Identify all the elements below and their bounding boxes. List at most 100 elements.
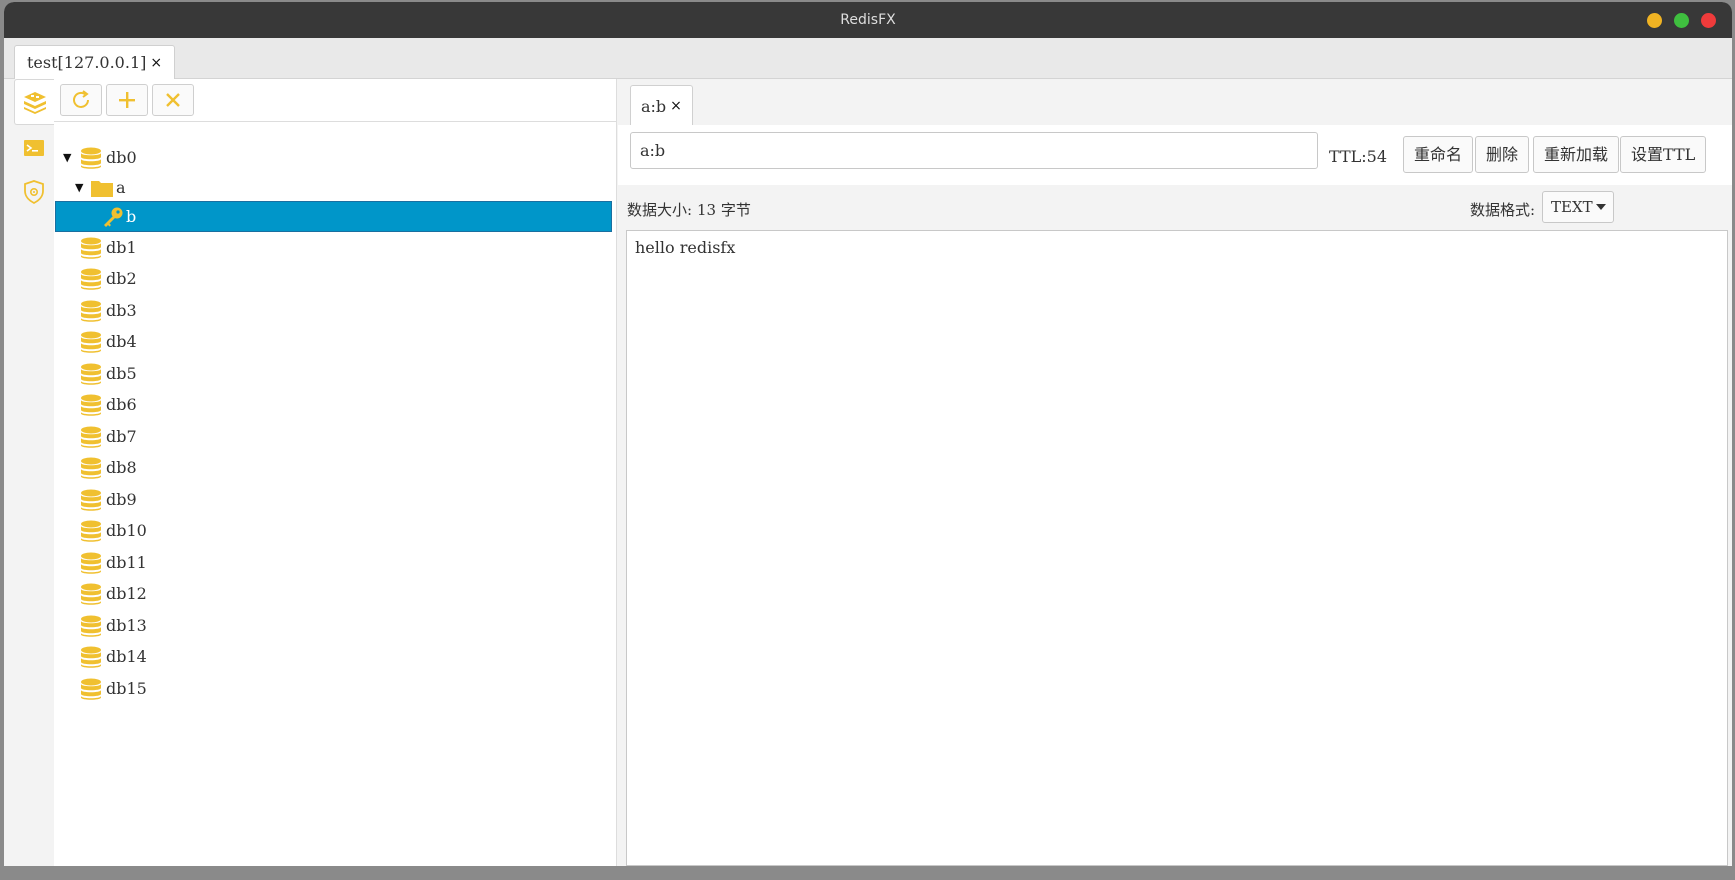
- database-icon: [79, 551, 103, 575]
- tree-item-label: db10: [106, 521, 147, 540]
- connection-tab[interactable]: test[127.0.0.1] ×: [14, 45, 176, 80]
- key-detail-panel: a:b × TTL:54 重命名 删除 重新加载 设置TTL 数据大小: 13 …: [618, 79, 1732, 866]
- tree-item-label: db11: [106, 553, 147, 572]
- set-ttl-button[interactable]: 设置TTL: [1620, 136, 1707, 173]
- database-icon: [79, 519, 103, 543]
- database-icon: [79, 582, 103, 606]
- add-key-button[interactable]: [106, 84, 148, 116]
- data-format-value: TEXT: [1551, 198, 1593, 216]
- tree-db-row[interactable]: db11: [54, 547, 617, 578]
- tree-db-row[interactable]: db14: [54, 641, 617, 672]
- tree-db-row[interactable]: db6: [54, 389, 617, 420]
- tree-db-row[interactable]: db10: [54, 515, 617, 546]
- terminal-icon: [24, 140, 44, 156]
- ttl-label: TTL:54: [1329, 147, 1388, 166]
- tree-item-label: a: [116, 178, 126, 197]
- key-tree-panel: ▼ db0 ▼ a b db1 db2 db3 db4 db5 db6 db7 db8 db9 db10 db…: [54, 79, 617, 866]
- tree-item-label: db14: [106, 647, 147, 666]
- tree-item-label: db1: [106, 238, 137, 257]
- refresh-button[interactable]: [60, 84, 102, 116]
- data-format-label: 数据格式:: [1470, 201, 1536, 219]
- database-icon: [79, 425, 103, 449]
- database-icon: [79, 299, 103, 323]
- close-window-button[interactable]: [1701, 13, 1716, 28]
- value-meta-row: 数据大小: 13 字节 数据格式: TEXT: [618, 185, 1732, 230]
- key-tab-bar: a:b ×: [618, 79, 1732, 126]
- tree-db-row[interactable]: db8: [54, 452, 617, 483]
- tree-db-row[interactable]: db7: [54, 421, 617, 452]
- tree-db-row[interactable]: db2: [54, 263, 617, 294]
- tree-db-row[interactable]: db9: [54, 484, 617, 515]
- tree-item-label: db12: [106, 584, 147, 603]
- tree-item-label: db8: [106, 458, 137, 477]
- database-icon: [79, 393, 103, 417]
- tree-db-row[interactable]: db5: [54, 358, 617, 389]
- maximize-button[interactable]: [1674, 13, 1689, 28]
- side-nav-settings[interactable]: [14, 169, 54, 215]
- delete-button[interactable]: 删除: [1475, 136, 1530, 173]
- folder-icon: [90, 178, 114, 198]
- tree-db-row[interactable]: db4: [54, 326, 617, 357]
- tree-item-label: b: [126, 207, 137, 226]
- connection-tab-bar: test[127.0.0.1] ×: [4, 38, 1732, 80]
- data-format-select[interactable]: TEXT: [1542, 191, 1614, 223]
- tree-item-label: db3: [106, 301, 137, 320]
- side-nav-console[interactable]: [14, 125, 54, 171]
- expand-arrow-icon[interactable]: ▼: [75, 181, 83, 194]
- tree-db-row[interactable]: db1: [54, 232, 617, 263]
- tree-item-label: db7: [106, 427, 137, 446]
- tree-item-label: db6: [106, 395, 137, 414]
- tree-db-row[interactable]: db12: [54, 578, 617, 609]
- database-icon: [79, 146, 103, 170]
- data-size-label: 数据大小:: [627, 201, 693, 219]
- database-icon: [79, 677, 103, 701]
- tree-db-row[interactable]: db15: [54, 673, 617, 704]
- key-icon: [102, 206, 124, 228]
- window-title: RedisFX: [840, 12, 896, 28]
- database-icon: [79, 488, 103, 512]
- plus-icon: [119, 92, 135, 108]
- tree-item-label: db2: [106, 269, 137, 288]
- tree-item-label: db4: [106, 332, 137, 351]
- value-editor[interactable]: hello redisfx: [626, 230, 1728, 866]
- tree-item-label: db9: [106, 490, 137, 509]
- key-tab-close-icon[interactable]: ×: [670, 98, 682, 114]
- tree-db-row[interactable]: db3: [54, 295, 617, 326]
- database-icon: [79, 267, 103, 291]
- tree-item-label: db5: [106, 364, 137, 383]
- rename-button[interactable]: 重命名: [1403, 136, 1474, 173]
- tree-folder-row[interactable]: ▼ a: [54, 172, 617, 203]
- connection-tab-label: test[127.0.0.1]: [27, 53, 147, 72]
- database-icon: [79, 330, 103, 354]
- side-nav: [14, 79, 55, 866]
- chevron-down-icon: [1596, 204, 1606, 210]
- key-tab[interactable]: a:b ×: [630, 85, 693, 126]
- tree-db-row[interactable]: ▼ db0: [54, 142, 617, 173]
- title-bar: RedisFX: [4, 2, 1732, 38]
- tree-db-row[interactable]: db13: [54, 610, 617, 641]
- expand-arrow-icon[interactable]: ▼: [63, 151, 71, 164]
- key-name-input[interactable]: [630, 132, 1318, 169]
- reload-button[interactable]: 重新加载: [1533, 136, 1620, 173]
- delete-key-button[interactable]: [152, 84, 194, 116]
- tree-item-label: db15: [106, 679, 147, 698]
- key-header: TTL:54 重命名 删除 重新加载 设置TTL: [618, 125, 1732, 185]
- refresh-icon: [73, 90, 89, 108]
- app-window: RedisFX test[127.0.0.1] × ▼ db0 ▼ a b db…: [4, 2, 1732, 866]
- tree-key-row[interactable]: b: [55, 201, 612, 232]
- layers-icon: [24, 92, 46, 114]
- database-icon: [79, 362, 103, 386]
- close-icon: [166, 93, 180, 107]
- database-icon: [79, 614, 103, 638]
- tree-item-label: db0: [106, 148, 137, 167]
- value-text: hello redisfx: [635, 238, 736, 257]
- tree-toolbar: [54, 79, 616, 122]
- database-icon: [79, 236, 103, 260]
- minimize-button[interactable]: [1647, 13, 1662, 28]
- tree-item-label: db13: [106, 616, 147, 635]
- side-nav-databases[interactable]: [14, 79, 55, 125]
- database-icon: [79, 456, 103, 480]
- data-size-value: 13 字节: [697, 201, 751, 219]
- database-icon: [79, 645, 103, 669]
- connection-tab-close-icon[interactable]: ×: [150, 46, 162, 80]
